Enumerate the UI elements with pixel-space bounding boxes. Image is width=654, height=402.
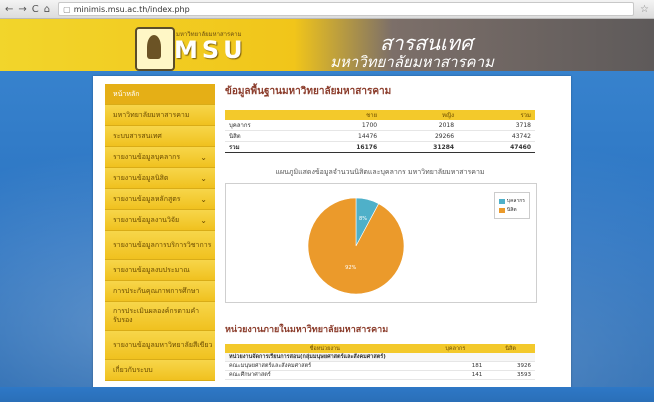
sidebar-item-label: รายงานข้อมูลงบประมาณ [113, 265, 190, 274]
sidebar-item-label: การประเมินผลองค์กรตามคำรับรอง [113, 307, 200, 324]
browser-toolbar: ← → C ⌂ ▢ minimis.msu.ac.th/index.php ☆ [0, 0, 654, 19]
total-female: 31284 [381, 141, 459, 153]
sidebar-item[interactable]: รายงานข้อมูลบุคลากร ⌄ [105, 147, 215, 168]
cell-female: 29266 [381, 130, 459, 142]
stats-header-row: ชาย หญิง รวม [225, 110, 535, 120]
unit-staff: 181 [424, 361, 487, 371]
units-group-row: หน่วยงานจัดการเรียนการสอน(กลุ่มมนุษยศาสต… [225, 353, 535, 362]
stats-header-female: หญิง [381, 110, 459, 120]
legend-item[interactable]: นิสิต [498, 206, 525, 214]
sidebar-item[interactable]: รายงานข้อมูลหลักสูตร ⌄ [105, 189, 215, 210]
sidebar-item[interactable]: เกี่ยวกับระบบ [105, 360, 215, 381]
main-content: ข้อมูลพื้นฐานมหาวิทยาลัยมหาสารคาม ชาย หญ… [225, 84, 565, 380]
cell-male: 1700 [304, 120, 382, 131]
sidebar-item[interactable]: การประเมินผลองค์กรตามคำรับรอง [105, 302, 215, 331]
total-row: รวม 16176 31284 47460 [225, 141, 535, 153]
stats-table: ชาย หญิง รวม บุคลากร 1700 2018 3718 นิสิ… [225, 110, 535, 153]
sidebar-item-label: เกี่ยวกับระบบ [113, 365, 153, 374]
table-row: บุคลากร 1700 2018 3718 [225, 120, 535, 131]
units-header-name: ชื่อหน่วยงาน [225, 344, 425, 353]
stats-header-label [225, 110, 305, 120]
table-row: นิสิต 14476 29266 43742 [225, 130, 535, 142]
chevron-down-icon: ⌄ [200, 173, 207, 183]
chevron-down-icon: ⌄ [200, 152, 207, 162]
units-table: ชื่อหน่วยงาน บุคลากร นิสิต หน่วยงานจัดกา… [225, 344, 535, 380]
units-header-staff: บุคลากร [424, 344, 487, 353]
slice-label: 8% [359, 216, 367, 222]
unit-students: 3926 [486, 361, 535, 371]
units-header-row: ชื่อหน่วยงาน บุคลากร นิสิต [225, 344, 535, 353]
sidebar-item[interactable]: หน้าหลัก [105, 84, 215, 105]
sidebar-item-label: รายงานข้อมูลนิสิต [113, 173, 169, 182]
legend-label: นิสิต [506, 207, 517, 213]
sidebar-item-label: ระบบสารสนเทศ [113, 131, 162, 140]
unit-name-link[interactable]: คณะมนุษยศาสตร์และสังคมศาสตร์ [225, 361, 425, 371]
sidebar-item-label: รายงานข้อมูลมหาวิทยาลัยสีเขียว [113, 340, 213, 349]
page-bottom-band [0, 387, 654, 402]
legend-item[interactable]: บุคลากร [498, 197, 525, 205]
sidebar-item-label: การประกันคุณภาพการศึกษา [113, 286, 200, 295]
sidebar-item[interactable]: รายงานข้อมูลนิสิต ⌄ [105, 168, 215, 189]
sidebar-item[interactable]: มหาวิทยาลัยมหาสารคาม [105, 105, 215, 126]
pie-chart-svg: 8% 92% [307, 197, 405, 295]
site-banner: มหาวิทยาลัยมหาสารคาม MSU สารสนเทศ มหาวิท… [0, 19, 654, 71]
back-button[interactable]: ← [5, 4, 13, 15]
sidebar-item[interactable]: รายงานข้อมูลงานวิจัย ⌄ [105, 210, 215, 231]
sidebar-item-label: รายงานข้อมูลการบริการวิชาการ [113, 240, 212, 249]
pie-chart: 8% 92% บุคลากรนิสิต [225, 183, 537, 303]
sidebar-item-label: รายงานข้อมูลงานวิจัย [113, 215, 180, 224]
legend-swatch [498, 198, 505, 204]
sidebar-item-label: รายงานข้อมูลบุคลากร [113, 152, 181, 161]
home-button[interactable]: ⌂ [44, 4, 50, 15]
chevron-down-icon: ⌄ [200, 194, 207, 204]
url-text: minimis.msu.ac.th/index.php [73, 4, 190, 14]
table-row: คณะศึกษาศาสตร์ 141 3593 [225, 370, 535, 380]
cell-total: 43742 [458, 130, 535, 142]
banner-subtitle: มหาวิทยาลัยมหาสารคาม [330, 53, 494, 71]
legend-label: บุคลากร [506, 198, 525, 204]
unit-staff: 141 [424, 370, 487, 380]
chevron-down-icon: ⌄ [200, 215, 207, 225]
stats-header-male: ชาย [304, 110, 382, 120]
unit-students: 3593 [486, 370, 535, 380]
sidebar-item[interactable]: รายงานข้อมูลการบริการวิชาการ [105, 231, 215, 260]
page-icon: ▢ [63, 4, 71, 14]
unit-name-link[interactable]: คณะศึกษาศาสตร์ [225, 370, 425, 380]
table-row: คณะมนุษยศาสตร์และสังคมศาสตร์ 181 3926 [225, 361, 535, 371]
chart-legend: บุคลากรนิสิต [493, 192, 530, 219]
total-male: 16176 [304, 141, 382, 153]
address-bar[interactable]: ▢ minimis.msu.ac.th/index.php [58, 2, 635, 16]
row-label: นิสิต [225, 130, 305, 142]
university-logo [135, 27, 175, 71]
units-header-students: นิสิต [486, 344, 535, 353]
sidebar-item-label: รายงานข้อมูลหลักสูตร [113, 194, 181, 203]
page-title: ข้อมูลพื้นฐานมหาวิทยาลัยมหาสารคาม [225, 86, 392, 97]
stats-header-total: รวม [458, 110, 535, 120]
brand-msu: MSU [174, 36, 247, 64]
pie-slice[interactable] [307, 197, 405, 295]
sidebar-item[interactable]: รายงานข้อมูลมหาวิทยาลัยสีเขียว [105, 331, 215, 360]
total-label: รวม [225, 141, 305, 153]
reload-button[interactable]: C [32, 4, 39, 15]
sidebar-menu: หน้าหลักมหาวิทยาลัยมหาสารคามระบบสารสนเทศ… [105, 84, 215, 381]
cell-total: 3718 [458, 120, 535, 131]
units-group-label: หน่วยงานจัดการเรียนการสอน(กลุ่มมนุษยศาสต… [225, 353, 535, 362]
forward-button[interactable]: → [18, 4, 26, 15]
sidebar-item[interactable]: การประกันคุณภาพการศึกษา [105, 281, 215, 302]
sidebar-item[interactable]: ระบบสารสนเทศ [105, 126, 215, 147]
content-card: หน้าหลักมหาวิทยาลัยมหาสารคามระบบสารสนเทศ… [93, 76, 571, 402]
cell-male: 14476 [304, 130, 382, 142]
bookmark-star-icon[interactable]: ☆ [640, 4, 649, 15]
units-heading: หน่วยงานภายในมหาวิทยาลัยมหาสารคาม [225, 325, 389, 335]
sidebar-item-label: หน้าหลัก [113, 89, 140, 98]
sidebar-item-label: มหาวิทยาลัยมหาสารคาม [113, 110, 190, 119]
total-all: 47460 [458, 141, 535, 153]
cell-female: 2018 [381, 120, 459, 131]
slice-label: 92% [345, 265, 356, 271]
row-label: บุคลากร [225, 120, 305, 131]
legend-swatch [498, 207, 505, 213]
chart-title: แผนภูมิแสดงข้อมูลจำนวนนิสิตและบุคลากร มห… [275, 168, 485, 176]
sidebar-item[interactable]: รายงานข้อมูลงบประมาณ [105, 260, 215, 281]
